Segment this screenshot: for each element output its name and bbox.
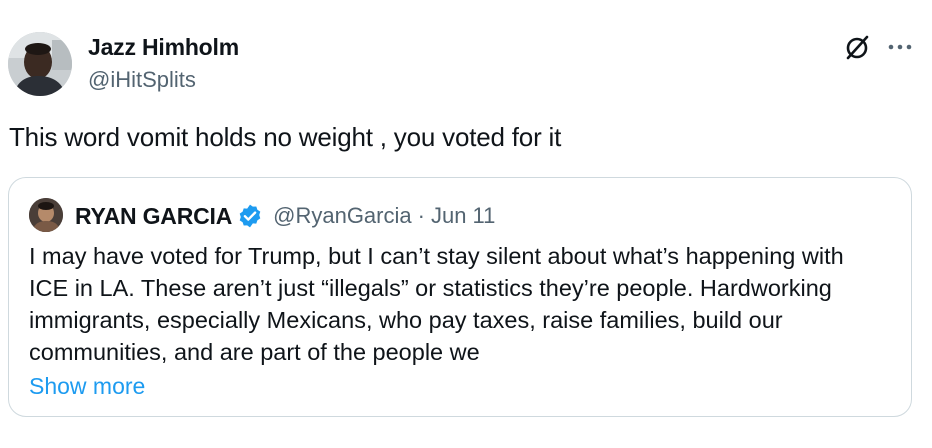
quoted-text-line: ICE in LA. These aren’t just “illegals” … xyxy=(29,275,832,301)
quoted-author-handle[interactable]: @RyanGarcia xyxy=(273,203,412,229)
author-avatar[interactable] xyxy=(8,32,72,96)
author-handle[interactable]: @iHitSplits xyxy=(88,67,196,93)
grok-icon[interactable] xyxy=(842,33,872,63)
author-name[interactable]: Jazz Himholm xyxy=(88,34,239,61)
quoted-text-line: communities, and are part of the people … xyxy=(29,339,480,365)
quoted-text-line: immigrants, especially Mexicans, who pay… xyxy=(29,307,783,333)
tweet-text: This word vomit holds no weight , you vo… xyxy=(9,122,562,152)
quoted-tweet-header: RYAN GARCIA @RyanGarcia · Jun 11 xyxy=(75,200,495,232)
more-options-icon[interactable] xyxy=(886,40,914,54)
quoted-author-name[interactable]: RYAN GARCIA xyxy=(75,203,232,230)
avatar-photo-icon xyxy=(8,32,72,96)
quoted-tweet-card[interactable]: RYAN GARCIA @RyanGarcia · Jun 11 I may h… xyxy=(8,177,912,417)
verified-badge-icon[interactable] xyxy=(237,203,263,229)
show-more-link[interactable]: Show more xyxy=(29,370,145,402)
quoted-author-avatar[interactable] xyxy=(29,198,63,232)
avatar-photo-icon xyxy=(29,198,63,232)
separator-dot: · xyxy=(417,203,425,228)
quoted-tweet-text: I may have voted for Trump, but I can’t … xyxy=(29,240,904,368)
quoted-tweet-date[interactable]: Jun 11 xyxy=(431,203,495,229)
quoted-text-line: I may have voted for Trump, but I can’t … xyxy=(29,243,844,269)
